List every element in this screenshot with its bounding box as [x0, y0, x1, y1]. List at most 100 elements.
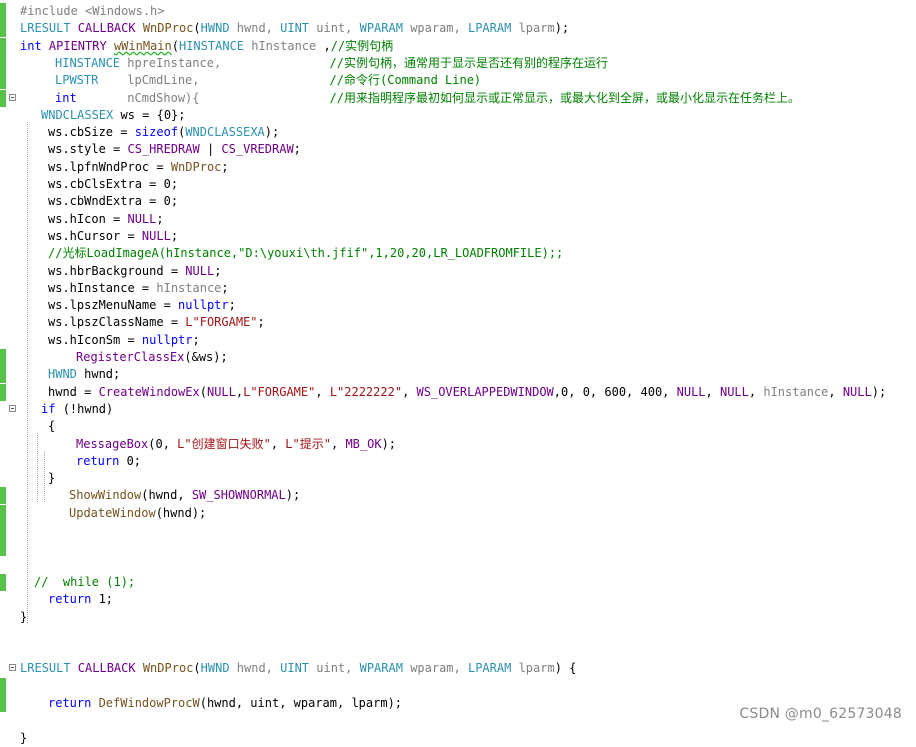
code-line[interactable]: }	[0, 608, 916, 626]
code-line[interactable]: ws.hbrBackground = NULL;	[0, 262, 916, 280]
saved-line-marker	[0, 400, 6, 418]
code-text: ws.hIcon = NULL;	[48, 211, 164, 228]
code-line[interactable]: LPWSTR lpCmdLine, //命令行(Command Line)	[0, 72, 916, 90]
code-token: LRESULT	[20, 661, 78, 676]
code-token: WnDProc	[142, 661, 194, 676]
code-line[interactable]: return 0;	[0, 452, 916, 470]
code-token: {	[48, 419, 56, 434]
code-line[interactable]	[0, 556, 916, 574]
code-token: ws.hIconSm =	[48, 332, 142, 347]
code-token: ws = {0};	[120, 107, 186, 122]
code-token: ws.hIcon =	[48, 211, 128, 226]
code-token: HINSTANCE	[178, 38, 252, 53]
code-line[interactable]: }	[0, 470, 916, 488]
code-token: ws.style =	[48, 142, 128, 157]
code-line[interactable]: ws.hIcon = NULL;	[0, 210, 916, 228]
code-token: LPARAM	[467, 21, 519, 36]
code-line[interactable]: ShowWindow(hwnd, SW_SHOWNORMAL);	[0, 487, 916, 505]
code-text: ws.cbSize = sizeof(WNDCLASSEXA);	[48, 124, 279, 141]
saved-line-marker	[0, 106, 6, 124]
code-line[interactable]: ws.cbSize = sizeof(WNDCLASSEXA);	[0, 124, 916, 142]
code-token: (0,	[148, 436, 178, 451]
code-line[interactable]	[0, 677, 916, 695]
code-token: wWinMain	[113, 38, 172, 53]
code-line[interactable]	[0, 522, 916, 539]
changed-line-marker	[0, 487, 6, 505]
code-line[interactable]: int nCmdShow){ //用来指明程序最初如何显示或正常显示，或最大化到…	[0, 89, 916, 107]
code-line[interactable]: WNDCLASSEX ws = {0};	[0, 106, 916, 124]
code-token: ;	[221, 280, 229, 295]
code-token: HWND	[48, 367, 85, 382]
code-line[interactable]: return 1;	[0, 591, 916, 609]
code-token: DefWindowProcW	[98, 696, 200, 710]
code-token: int	[20, 38, 49, 53]
code-line[interactable]: LRESULT CALLBACK WnDProc(HWND hwnd, UINT…	[0, 660, 916, 678]
saved-line-marker	[0, 124, 6, 142]
code-line[interactable]: #include <Windows.h>	[0, 3, 916, 20]
changed-line-marker	[0, 3, 6, 20]
code-line[interactable]: // while (1);	[0, 573, 916, 591]
code-token: ;	[257, 315, 265, 330]
code-line[interactable]: HINSTANCE hpreInstance, //实例句柄，通常用于显示是否还…	[0, 54, 916, 72]
code-token: (hwnd, uint, wparam, lparm);	[199, 696, 403, 710]
code-line[interactable]: ws.hIconSm = nullptr;	[0, 331, 916, 349]
code-line[interactable]: ws.hInstance = hInstance;	[0, 279, 916, 297]
code-token: ws.cbWndExtra = 0;	[48, 194, 179, 209]
collapse-toggle-icon[interactable]	[9, 404, 16, 412]
code-line[interactable]: ws.lpszClassName = L"FORGAME";	[0, 314, 916, 332]
code-token: //用来指明程序最初如何显示或正常显示，或最大化到全屏，或最小化显示在任务栏上。	[199, 90, 800, 105]
code-line[interactable]: //光标LoadImageA(hInstance,"D:\youxi\th.jf…	[0, 245, 916, 263]
code-token: }	[48, 471, 56, 486]
code-line[interactable]: ws.cbWndExtra = 0;	[0, 193, 916, 211]
code-token: ShowWindow	[69, 488, 142, 503]
code-line[interactable]: UpdateWindow(hwnd);	[0, 504, 916, 522]
code-token: lparm	[518, 21, 555, 36]
code-line[interactable]: hwnd = CreateWindowEx(NULL,L"FORGAME", L…	[0, 383, 916, 401]
code-token: lparm	[518, 661, 555, 676]
code-token: //命令行(Command Line)	[199, 73, 482, 88]
code-token: |	[206, 142, 222, 157]
code-text: ws.hbrBackground = NULL;	[48, 263, 221, 280]
watermark: CSDN @m0_62573048	[739, 706, 902, 722]
collapse-toggle-icon[interactable]	[9, 664, 16, 672]
code-token: (	[199, 384, 207, 399]
code-token: hwnd;	[84, 367, 121, 382]
changed-line-marker	[0, 695, 6, 712]
code-token: 0;	[126, 453, 142, 468]
code-line[interactable]: int APIENTRY wWinMain(HINSTANCE hInstanc…	[0, 37, 916, 55]
code-token: WnDProc	[170, 159, 222, 174]
saved-line-marker	[0, 470, 6, 488]
code-line[interactable]: if (!hwnd)	[0, 400, 916, 418]
code-line[interactable]: }	[0, 729, 916, 747]
saved-line-marker	[0, 314, 6, 332]
code-line[interactable]: HWND hwnd;	[0, 366, 916, 384]
saved-line-marker	[0, 279, 6, 297]
changed-line-marker	[0, 539, 6, 557]
code-token: HINSTANCE	[55, 55, 128, 70]
code-line[interactable]: ws.style = CS_HREDRAW | CS_VREDRAW;	[0, 141, 916, 159]
code-line[interactable]	[0, 643, 916, 661]
code-text: ws.lpfnWndProc = WnDProc;	[48, 159, 229, 176]
code-line[interactable]: LRESULT CALLBACK WnDProc(HWND hwnd, UINT…	[0, 20, 916, 38]
code-token: hwnd,	[236, 21, 281, 36]
saved-line-marker	[0, 141, 6, 159]
collapse-toggle-icon[interactable]	[9, 93, 16, 101]
code-token: sizeof	[134, 125, 179, 140]
code-token: CreateWindowEx	[98, 384, 200, 399]
saved-line-marker	[0, 193, 6, 211]
code-line[interactable]: {	[0, 418, 916, 436]
code-text: HINSTANCE hpreInstance, //实例句柄，通常用于显示是否还…	[55, 55, 608, 72]
code-line[interactable]: ws.cbClsExtra = 0;	[0, 176, 916, 193]
code-token: return	[48, 592, 99, 607]
code-line[interactable]: MessageBox(0, L"创建窗口失败", L"提示", MB_OK);	[0, 435, 916, 453]
code-token: ,	[323, 38, 331, 53]
code-token: ,	[402, 384, 417, 399]
code-line[interactable]: RegisterClassEx(&ws);	[0, 349, 916, 366]
code-line[interactable]: ws.hCursor = NULL;	[0, 227, 916, 245]
code-line[interactable]: ws.lpfnWndProc = WnDProc;	[0, 158, 916, 176]
code-editor[interactable]: #include <Windows.h> LRESULT CALLBACK WnD…	[0, 0, 916, 747]
code-line[interactable]	[0, 539, 916, 557]
code-line[interactable]	[0, 625, 916, 643]
code-line[interactable]: ws.lpszMenuName = nullptr;	[0, 297, 916, 315]
code-token: LPARAM	[467, 661, 519, 676]
